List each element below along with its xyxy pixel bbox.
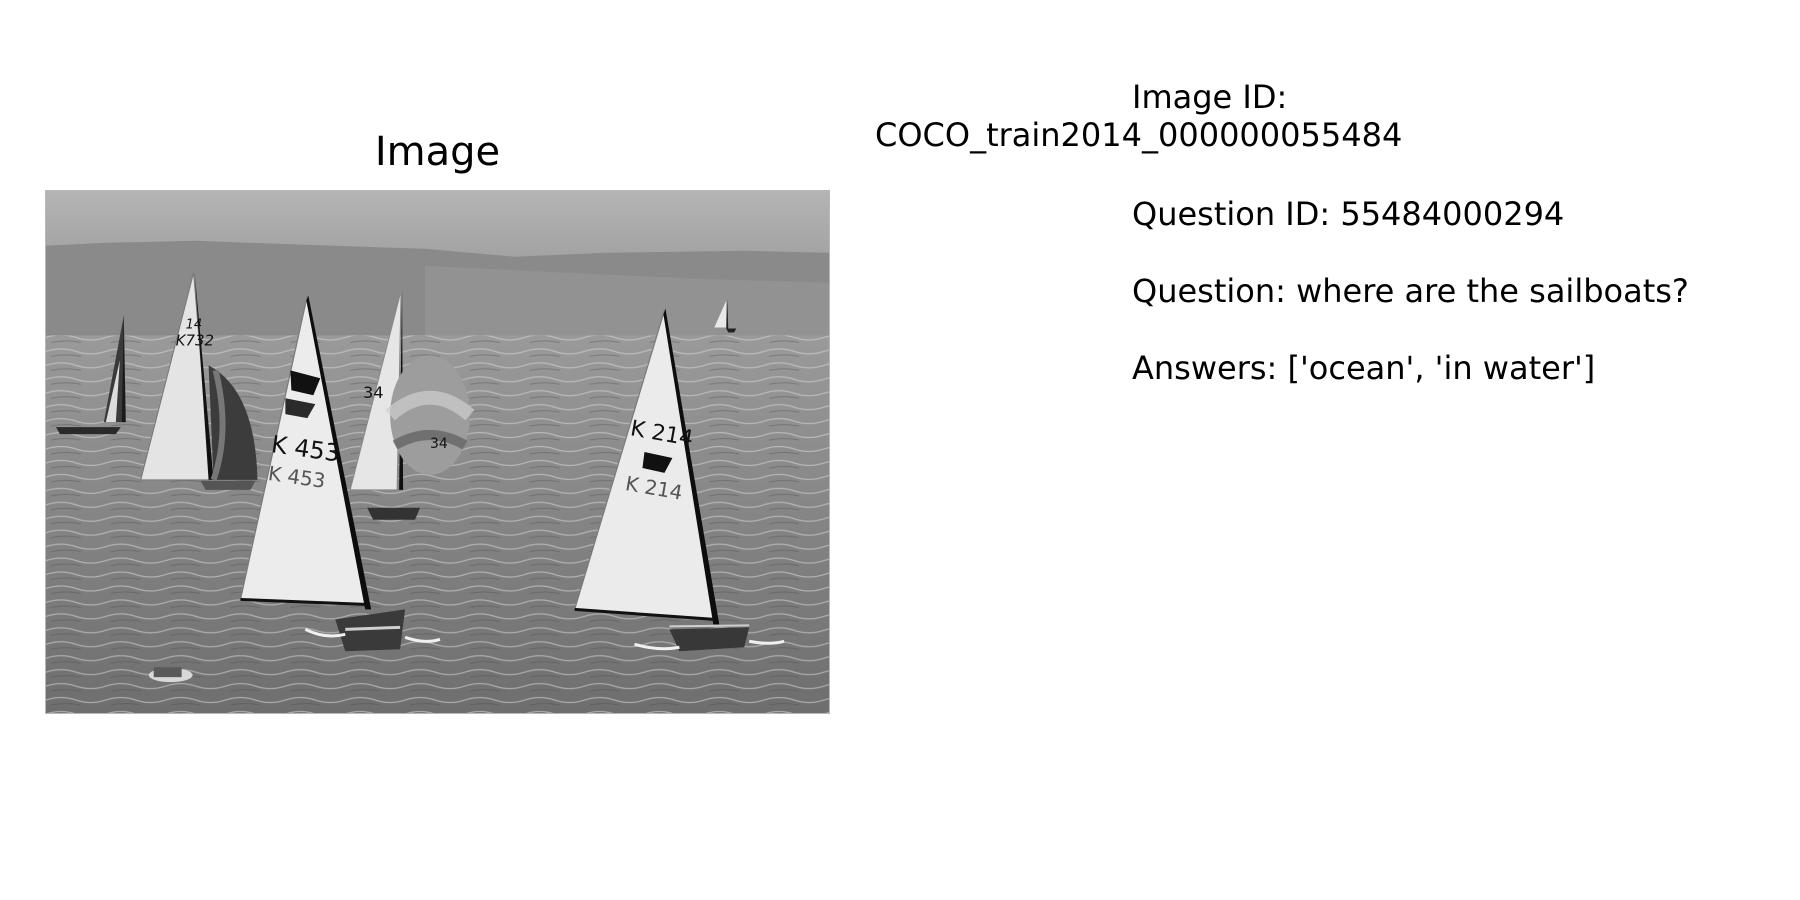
sail-number-34: 34 bbox=[363, 383, 383, 402]
svg-text:34: 34 bbox=[430, 436, 448, 452]
svg-text:14: 14 bbox=[186, 317, 202, 332]
image-panel-title: Image bbox=[374, 129, 501, 175]
sail-number-k732: K732 bbox=[176, 331, 214, 349]
image-id-value: COCO_train2014_000000055484 bbox=[875, 116, 1403, 154]
image-id: Image ID: COCO_train2014_000000055484 bbox=[875, 78, 1402, 154]
sailboats-photo-drawing: K732 14 34 34 K 453 K 453 K 214 K 214 bbox=[46, 191, 829, 713]
question-id: Question ID: 55484000294 bbox=[1132, 195, 1565, 233]
question-text: Question: where are the sailboats? bbox=[1132, 272, 1689, 310]
sailboats-photo: K732 14 34 34 K 453 K 453 K 214 K 214 bbox=[45, 190, 830, 714]
answers-text: Answers: ['ocean', 'in water'] bbox=[1132, 349, 1596, 387]
image-id-label: Image ID: bbox=[1132, 78, 1288, 116]
